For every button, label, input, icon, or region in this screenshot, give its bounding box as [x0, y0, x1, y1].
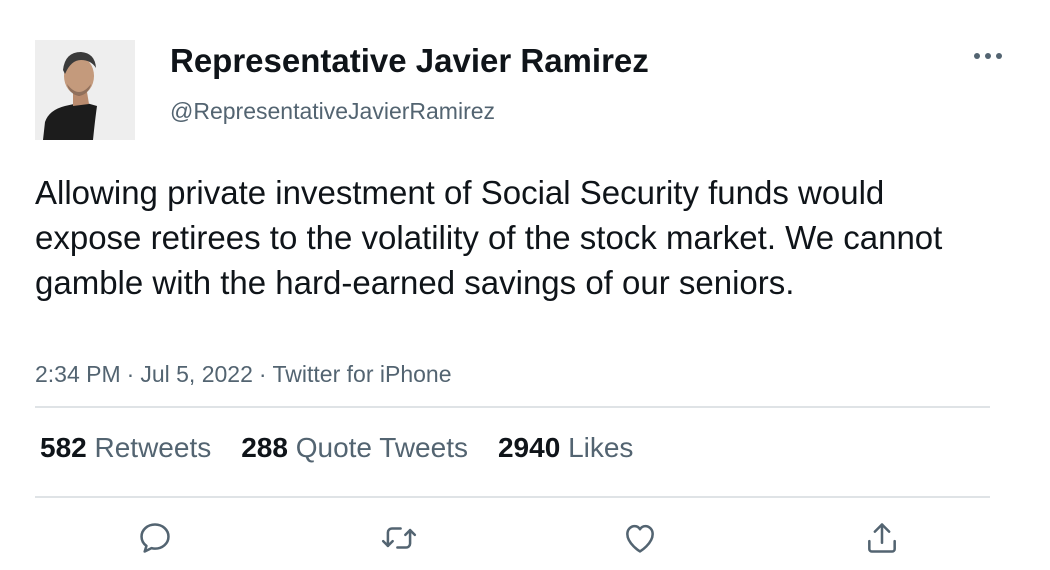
quote-tweets-label: Quote Tweets — [295, 432, 468, 463]
share-icon — [868, 523, 896, 553]
likes-stat[interactable]: 2940 Likes — [498, 432, 633, 464]
author-handle[interactable]: @RepresentativeJavierRamirez — [170, 98, 495, 125]
tweet-source[interactable]: Twitter for iPhone — [273, 361, 452, 387]
tweet-stats: 582 Retweets 288 Quote Tweets 2940 Likes — [40, 432, 633, 464]
quote-tweets-count: 288 — [241, 432, 288, 463]
retweets-stat[interactable]: 582 Retweets — [40, 432, 211, 464]
retweets-count: 582 — [40, 432, 87, 463]
tweet-date[interactable]: Jul 5, 2022 — [140, 361, 253, 387]
likes-count: 2940 — [497, 432, 561, 463]
divider — [35, 496, 990, 498]
share-button[interactable] — [860, 516, 904, 560]
meta-separator: · — [258, 361, 267, 387]
like-button[interactable] — [618, 516, 662, 560]
retweet-button[interactable] — [377, 516, 421, 560]
more-horizontal-icon — [974, 53, 1002, 59]
heart-icon — [626, 524, 654, 553]
reply-button[interactable] — [133, 516, 177, 560]
retweets-label: Retweets — [94, 432, 212, 463]
author-display-name[interactable]: Representative Javier Ramirez — [170, 42, 649, 80]
tweet-text: Allowing private investment of Social Se… — [35, 174, 943, 301]
more-options-button[interactable] — [966, 40, 1010, 72]
likes-label: Likes — [568, 432, 634, 463]
meta-separator: · — [126, 361, 135, 387]
avatar-photo — [35, 40, 135, 140]
tweet-meta: 2:34 PM · Jul 5, 2022 · Twitter for iPhone — [35, 361, 452, 388]
tweet-time[interactable]: 2:34 PM — [35, 361, 121, 387]
divider — [35, 406, 990, 408]
avatar[interactable] — [35, 40, 135, 140]
quote-tweets-stat[interactable]: 288 Quote Tweets — [241, 432, 468, 464]
reply-icon — [140, 523, 170, 553]
retweet-icon — [381, 527, 417, 549]
